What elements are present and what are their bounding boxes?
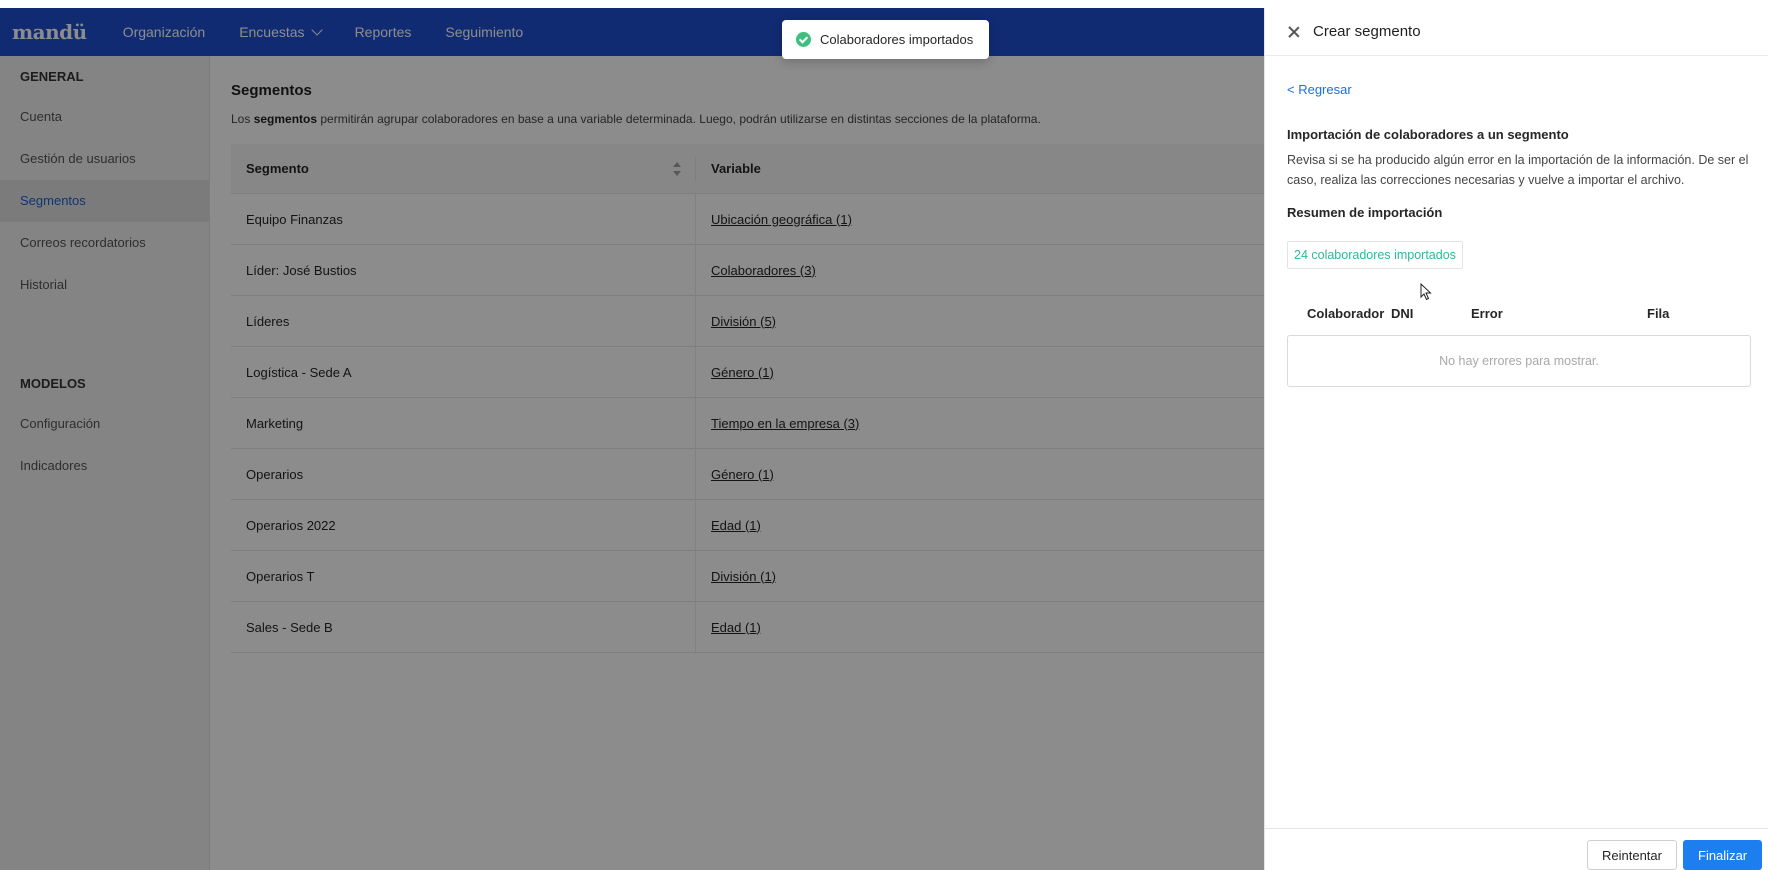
create-segment-drawer: Crear segmento < Regresar Importación de… — [1264, 8, 1768, 870]
import-section-title: Importación de colaboradores a un segmen… — [1287, 127, 1569, 142]
imported-count: 24 — [1294, 248, 1308, 262]
column-header-colaborador: Colaborador — [1307, 306, 1385, 321]
retry-button[interactable]: Reintentar — [1587, 840, 1677, 870]
imported-count-label: colaboradores importados — [1307, 248, 1456, 262]
column-header-error: Error — [1471, 306, 1503, 321]
column-header-fila: Fila — [1647, 306, 1670, 321]
finish-button[interactable]: Finalizar — [1683, 840, 1763, 870]
import-section-description: Revisa si se ha producido algún error en… — [1287, 153, 1749, 187]
drawer-footer: Reintentar Finalizar — [1265, 828, 1768, 870]
check-circle-icon — [796, 32, 811, 47]
back-link[interactable]: < Regresar — [1287, 82, 1352, 97]
column-header-dni: DNI — [1391, 306, 1414, 321]
toast-notification: Colaboradores importados — [782, 20, 990, 59]
drawer-title: Crear segmento — [1313, 23, 1421, 40]
toast-message: Colaboradores importados — [820, 32, 974, 47]
errors-table-header: Colaborador DNI Error Fila — [1287, 306, 1751, 328]
import-summary-title: Resumen de importación — [1287, 205, 1443, 220]
imported-count-tag: 24 colaboradores importados — [1287, 241, 1463, 269]
modal-backdrop[interactable] — [0, 8, 1264, 870]
errors-empty-state: No hay errores para mostrar. — [1287, 335, 1751, 387]
app-root: mandü Organización Encuestas Reportes Se… — [0, 0, 1768, 870]
drawer-header: Crear segmento — [1265, 8, 1768, 56]
close-icon[interactable] — [1287, 25, 1301, 39]
